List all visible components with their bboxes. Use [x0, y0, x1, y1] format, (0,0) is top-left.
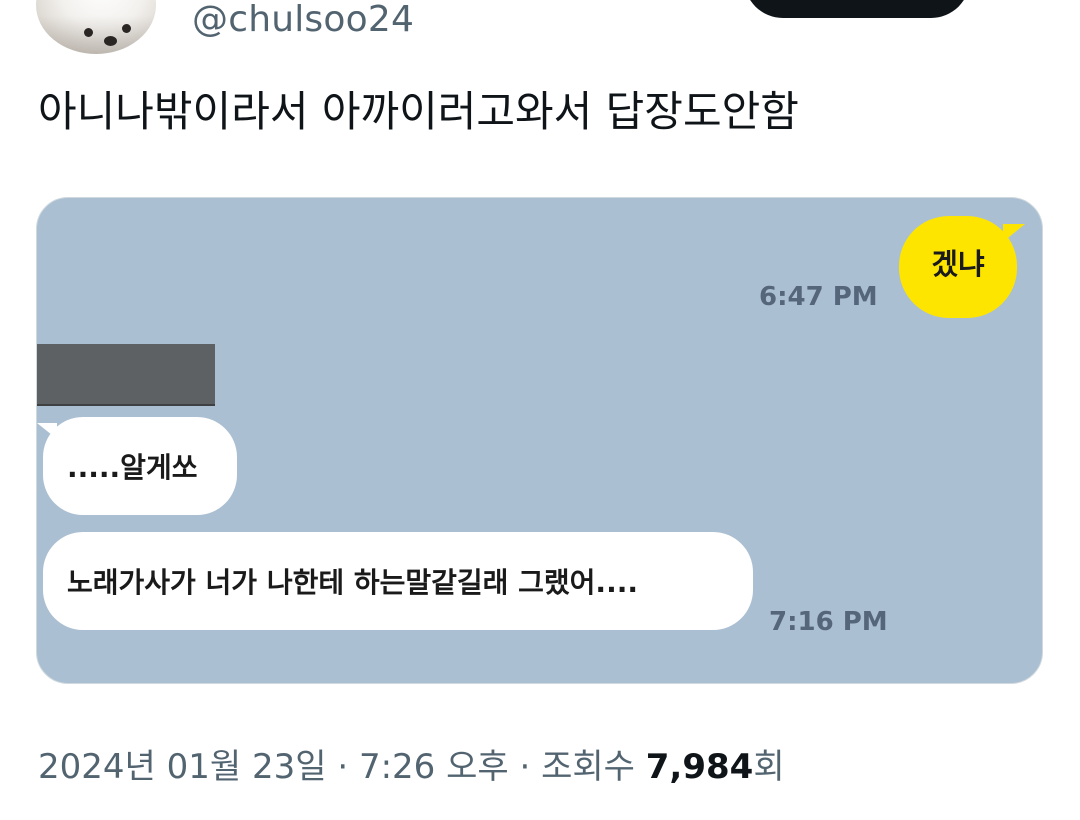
- avatar-eye-right: [122, 24, 131, 33]
- tweet-text: 아니나밖이라서 아까이러고와서 답장도안함: [38, 87, 799, 136]
- chat-timestamp: 7:16 PM: [769, 607, 888, 637]
- chat-bubble-sent: 겠냐: [899, 216, 1025, 318]
- chat-message-text: 노래가사가 너가 나한테 하는말같길래 그랬어....: [67, 566, 638, 599]
- views-suffix: 회: [753, 747, 785, 787]
- chat-screenshot-image[interactable]: 겠냐 6:47 PM .....알게쏘 노래가사가 너가 나한테 하는말같길래 …: [36, 197, 1043, 684]
- views-count: 7,984: [645, 747, 754, 787]
- avatar[interactable]: [36, 0, 156, 54]
- chat-bubble-received: 노래가사가 너가 나한테 하는말같길래 그랬어....: [43, 532, 753, 630]
- tweet-time[interactable]: 7:26 오후: [359, 747, 509, 787]
- chat-timestamp: 6:47 PM: [759, 282, 878, 312]
- avatar-nose: [104, 36, 117, 46]
- views-label: 조회수: [541, 747, 646, 787]
- chat-bubble-received: .....알게쏘: [37, 417, 237, 515]
- bubble-tail: [1003, 224, 1025, 242]
- meta-separator: ·: [326, 747, 359, 787]
- avatar-eye-left: [84, 28, 93, 37]
- tweet-date[interactable]: 2024년 01월 23일: [38, 747, 327, 787]
- cropped-image-fragment: [37, 344, 215, 406]
- follow-button[interactable]: [744, 0, 970, 18]
- meta-separator: ·: [508, 747, 542, 787]
- tweet-meta: 2024년 01월 23일 · 7:26 오후 · 조회수 7,984회: [38, 745, 785, 789]
- user-handle[interactable]: @chulsoo24: [192, 0, 414, 40]
- avatar-shade: [36, 16, 156, 54]
- chat-message-text: .....알게쏘: [67, 451, 198, 484]
- chat-message-text: 겠냐: [931, 247, 985, 281]
